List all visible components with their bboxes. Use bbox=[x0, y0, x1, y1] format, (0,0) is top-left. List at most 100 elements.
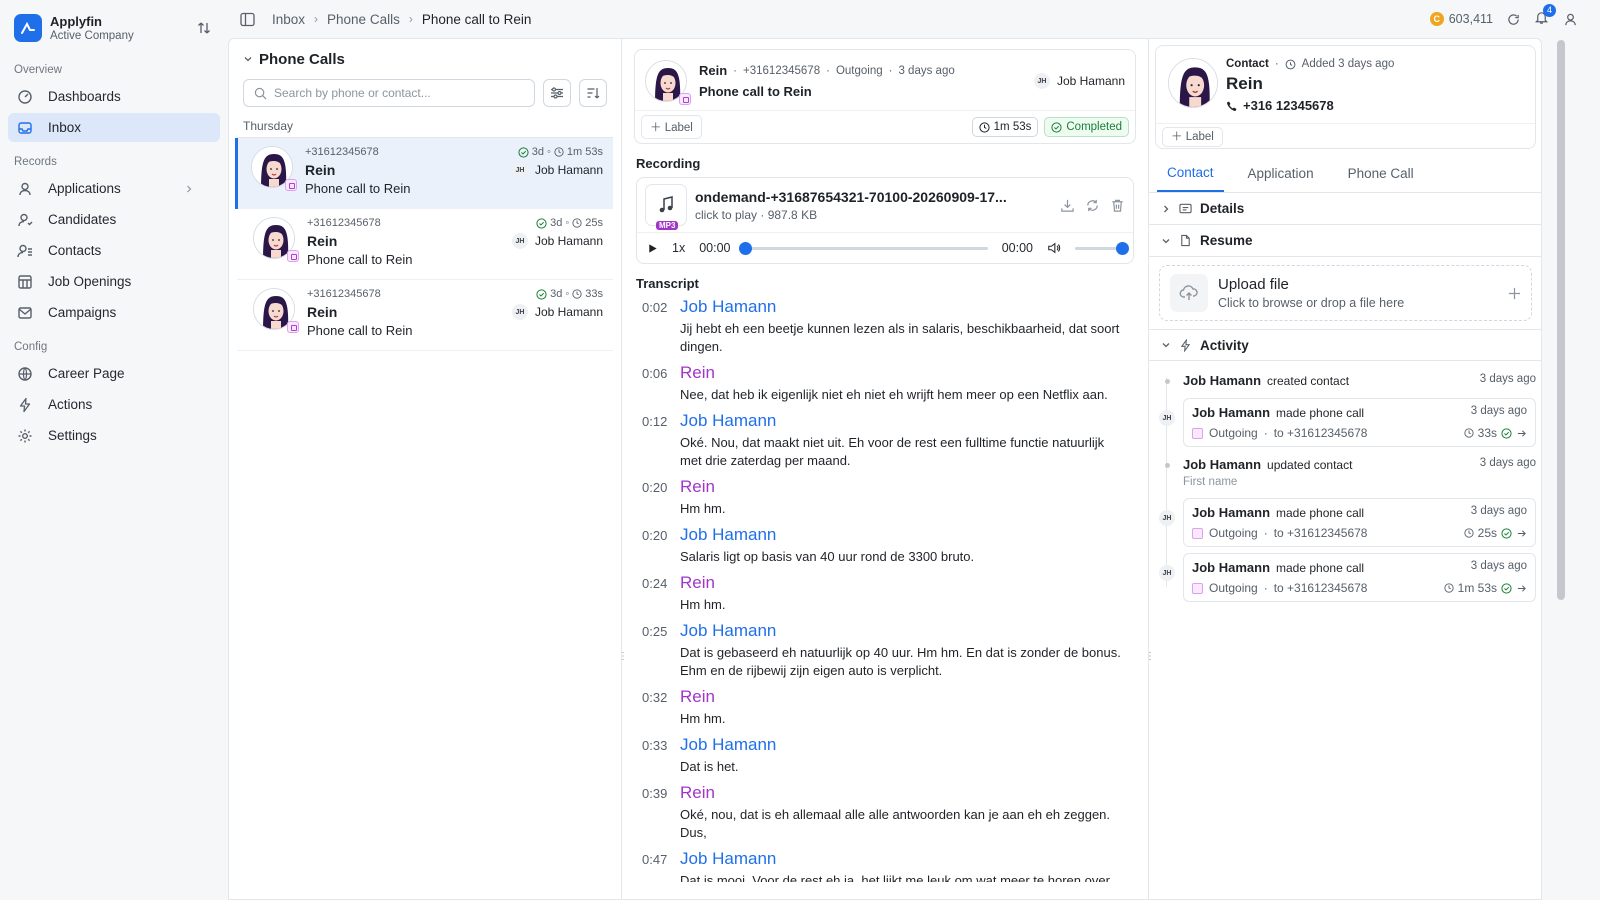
sidebar-item-campaigns[interactable]: Campaigns bbox=[8, 298, 220, 327]
call-list-item[interactable]: +31612345678 3d ◦ 25s Rein JH Job Hamann Phone … bbox=[237, 209, 613, 280]
transcript-timestamp[interactable]: 0:47 bbox=[642, 849, 680, 882]
sidebar-item-candidates[interactable]: Candidates bbox=[8, 205, 220, 234]
dot-separator: ◦ bbox=[565, 288, 570, 300]
transcript-entry[interactable]: 0:24 Rein Hm hm. bbox=[636, 573, 1134, 614]
activity-actor[interactable]: Job Hamann bbox=[1192, 560, 1270, 575]
progress-slider[interactable] bbox=[739, 241, 988, 255]
activity-action: made phone call bbox=[1276, 406, 1365, 420]
transcript-timestamp[interactable]: 0:24 bbox=[642, 573, 680, 614]
sort-button[interactable] bbox=[579, 79, 607, 107]
call-phone: +31612345678 bbox=[743, 64, 821, 77]
transcript-timestamp[interactable]: 0:02 bbox=[642, 297, 680, 356]
activity-call-card[interactable]: Job Hamann made phone call 3 days ago Outgo… bbox=[1183, 398, 1536, 447]
transcript-entry[interactable]: 0:06 Rein Nee, dat heb ik eigenlijk niet e… bbox=[636, 363, 1134, 404]
arrow-right-icon[interactable] bbox=[1516, 428, 1527, 439]
notifications-button[interactable]: 4 bbox=[1534, 4, 1556, 28]
transcript-entry[interactable]: 0:02 Job Hamann Jij hebt eh een beetje kun… bbox=[636, 297, 1134, 356]
plus-icon[interactable] bbox=[1508, 287, 1521, 300]
volume-knob[interactable] bbox=[1116, 241, 1129, 255]
volume-icon[interactable] bbox=[1047, 241, 1061, 255]
sidebar-item-job-openings[interactable]: Job Openings bbox=[8, 267, 220, 296]
playback-speed[interactable]: 1x bbox=[672, 241, 685, 255]
transcript-timestamp[interactable]: 0:12 bbox=[642, 411, 680, 470]
user-menu-icon[interactable] bbox=[1563, 12, 1578, 27]
contacts-icon bbox=[16, 242, 34, 260]
transcript-entry[interactable]: 0:20 Job Hamann Salaris ligt op basis van … bbox=[636, 525, 1134, 566]
resize-handle-icon[interactable]: ⋮ bbox=[618, 651, 628, 663]
sidebar-item-contacts[interactable]: Contacts bbox=[8, 236, 220, 265]
sidebar-item-applications[interactable]: Applications bbox=[8, 174, 220, 203]
contact-phone-link[interactable]: +316 12345678 bbox=[1226, 98, 1394, 113]
transcript-entry[interactable]: 0:39 Rein Oké, nou, dat is eh allemaal all… bbox=[636, 783, 1134, 842]
transcript-timestamp[interactable]: 0:32 bbox=[642, 687, 680, 728]
breadcrumb-inbox[interactable]: Inbox bbox=[272, 12, 305, 27]
activity-actor[interactable]: Job Hamann bbox=[1183, 457, 1261, 472]
activity-call-card[interactable]: Job Hamann made phone call 3 days ago Outgo… bbox=[1183, 553, 1536, 602]
volume-slider[interactable] bbox=[1075, 241, 1129, 255]
progress-knob[interactable] bbox=[739, 241, 753, 255]
sidebar-item-inbox[interactable]: Inbox bbox=[8, 113, 220, 142]
tab-contact[interactable]: Contact bbox=[1157, 155, 1224, 192]
contact-kind: Contact bbox=[1226, 58, 1269, 70]
activity-item[interactable]: JH Job Hamann made phone call 3 days ago Out… bbox=[1159, 398, 1536, 447]
workspace-switcher[interactable]: Applyfin Active Company bbox=[0, 0, 228, 56]
list-header[interactable]: Phone Calls bbox=[229, 39, 621, 79]
regenerate-icon[interactable] bbox=[1085, 198, 1100, 213]
download-icon[interactable] bbox=[1060, 198, 1075, 213]
transcript-entry[interactable]: 0:25 Job Hamann Dat is gebaseerd eh natuur… bbox=[636, 621, 1134, 680]
credits-display[interactable]: C 603,411 bbox=[1429, 12, 1493, 26]
refresh-icon[interactable] bbox=[1507, 13, 1520, 26]
transcript-timestamp[interactable]: 0:06 bbox=[642, 363, 680, 404]
switch-arrows-icon[interactable] bbox=[194, 18, 214, 38]
applyfin-logo bbox=[14, 14, 42, 42]
tab-application[interactable]: Application bbox=[1238, 155, 1324, 192]
arrow-right-icon[interactable] bbox=[1516, 528, 1527, 539]
call-list-item[interactable]: +31612345678 3d ◦ 1m 53s Rein JH Job Hamann Pho… bbox=[235, 138, 613, 209]
add-label-button[interactable]: ＋ Label bbox=[1162, 127, 1223, 147]
call-owner[interactable]: JH Job Hamann bbox=[1033, 73, 1125, 89]
phone-call-type-icon bbox=[285, 179, 297, 191]
sidebar-item-career-page[interactable]: Career Page bbox=[8, 359, 220, 388]
recording-play-target[interactable]: ondemand-+31687654321-70100-20260909-17.… bbox=[695, 189, 1060, 222]
transcript-timestamp[interactable]: 0:20 bbox=[642, 477, 680, 518]
add-label-button[interactable]: ＋ Label bbox=[641, 115, 702, 139]
activity-action: made phone call bbox=[1276, 561, 1365, 575]
play-icon[interactable] bbox=[647, 243, 658, 254]
filter-button[interactable] bbox=[543, 79, 571, 107]
tab-phone-call[interactable]: Phone Call bbox=[1338, 155, 1424, 192]
transcript-entry[interactable]: 0:12 Job Hamann Oké. Nou, dat maakt niet u… bbox=[636, 411, 1134, 470]
recording-card: MP3 ondemand-+31687654321-70100-20260909… bbox=[636, 177, 1134, 264]
activity-item[interactable]: JH Job Hamann made phone call 3 days ago Out… bbox=[1159, 498, 1536, 547]
upload-dropzone[interactable]: Upload file Click to browse or drop a fi… bbox=[1159, 265, 1532, 321]
transcript-entry[interactable]: 0:32 Rein Hm hm. bbox=[636, 687, 1134, 728]
activity-call-card[interactable]: Job Hamann made phone call 3 days ago Outgo… bbox=[1183, 498, 1536, 547]
transcript-timestamp[interactable]: 0:33 bbox=[642, 735, 680, 776]
sliders-icon bbox=[550, 86, 564, 100]
activity-actor[interactable]: Job Hamann bbox=[1183, 373, 1261, 388]
transcript-entry[interactable]: 0:33 Job Hamann Dat is het. bbox=[636, 735, 1134, 776]
breadcrumb-phone-calls[interactable]: Phone Calls bbox=[327, 12, 400, 27]
sidebar-item-dashboards[interactable]: Dashboards bbox=[8, 82, 220, 111]
transcript-entry[interactable]: 0:47 Job Hamann Dat is mooi. Voor de rest … bbox=[636, 849, 1134, 882]
search-input[interactable] bbox=[274, 86, 524, 100]
trash-icon[interactable] bbox=[1110, 198, 1125, 213]
phone-call-type-icon bbox=[1192, 527, 1203, 539]
dot-separator: · bbox=[888, 64, 893, 77]
sidebar-toggle-icon[interactable] bbox=[238, 10, 256, 28]
activity-item[interactable]: JH Job Hamann made phone call 3 days ago Out… bbox=[1159, 553, 1536, 602]
sidebar-item-actions[interactable]: Actions bbox=[8, 390, 220, 419]
call-list-item[interactable]: +31612345678 3d ◦ 33s Rein JH Job Hamann Phone … bbox=[237, 280, 613, 351]
transcript-timestamp[interactable]: 0:25 bbox=[642, 621, 680, 680]
transcript-entry[interactable]: 0:20 Rein Hm hm. bbox=[636, 477, 1134, 518]
transcript-timestamp[interactable]: 0:20 bbox=[642, 525, 680, 566]
page-scrollbar[interactable] bbox=[1557, 40, 1565, 600]
activity-actor[interactable]: Job Hamann bbox=[1192, 505, 1270, 520]
call-contact-name[interactable]: Rein bbox=[699, 63, 727, 78]
sidebar-item-settings[interactable]: Settings bbox=[8, 421, 220, 450]
activity-actor[interactable]: Job Hamann bbox=[1192, 405, 1270, 420]
resume-section-toggle[interactable]: Resume bbox=[1149, 225, 1541, 257]
details-section-toggle[interactable]: Details bbox=[1149, 193, 1541, 225]
arrow-right-icon[interactable] bbox=[1516, 583, 1527, 594]
transcript-timestamp[interactable]: 0:39 bbox=[642, 783, 680, 842]
activity-section-toggle[interactable]: Activity bbox=[1149, 329, 1541, 361]
